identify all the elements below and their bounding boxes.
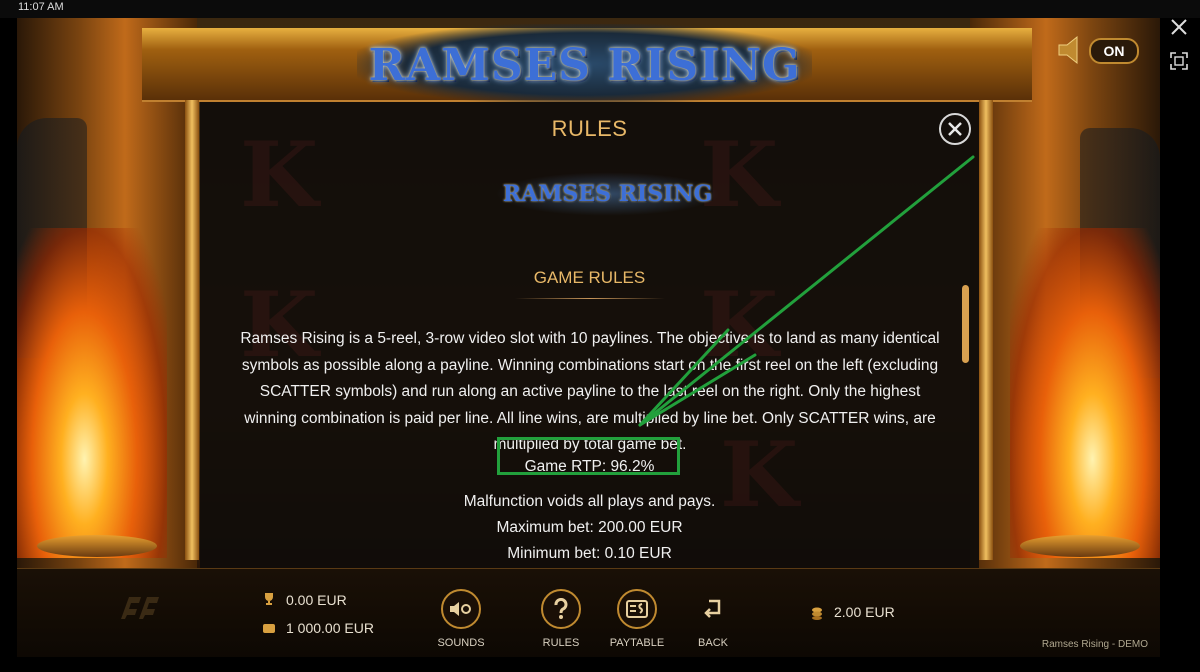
fire-bowl-right (1020, 535, 1140, 557)
back-button[interactable]: BACK (678, 589, 748, 649)
scrollbar-thumb[interactable] (962, 285, 969, 363)
wallet-icon (263, 624, 275, 633)
section-divider (515, 298, 665, 299)
fire-left (17, 228, 167, 558)
min-bet-text: Minimum bet: 0.10 EUR (507, 545, 672, 562)
max-bet-text: Maximum bet: 200.00 EUR (496, 519, 683, 536)
rules-logo: RAMSES RISING (495, 172, 720, 216)
trophy-icon (265, 593, 273, 605)
question-icon (554, 598, 568, 619)
fire-bowl-left (37, 535, 157, 557)
section-title: GAME RULES (533, 268, 646, 287)
game-logo: RAMSES RISING (368, 40, 801, 91)
rules-label: RULES (542, 637, 580, 649)
paytable-icon (626, 600, 648, 618)
back-label: BACK (698, 637, 728, 649)
malfunction-text: Malfunction voids all plays and pays. (463, 493, 716, 510)
rtp-highlight-box (497, 437, 680, 475)
temple-column-right (979, 100, 993, 560)
balance-value: 1 000.00 EUR (286, 620, 374, 636)
paytable-button[interactable]: PAYTABLE (602, 589, 672, 649)
game-bottom-bar: 0.00 EUR 1 000.00 EUR SOUNDS RULES PAYTA… (17, 568, 1160, 658)
screen-bottom-edge (0, 657, 1200, 672)
system-status-bar: 11:07 AM (0, 0, 1200, 18)
bf-games-logo (121, 597, 159, 619)
fullscreen-icon[interactable] (1170, 52, 1188, 70)
last-win-value: 0.00 EUR (286, 592, 347, 608)
paytable-label: PAYTABLE (609, 637, 665, 649)
rules-button[interactable]: RULES (526, 589, 596, 649)
coins-icon (812, 607, 822, 620)
speaker-icon (1058, 35, 1078, 65)
sound-state: ON (1089, 38, 1139, 64)
demo-label: Ramses Rising - DEMO (1041, 639, 1148, 650)
sound-settings-icon (450, 602, 471, 616)
close-icon (948, 122, 962, 136)
sound-toggle[interactable]: ON (1057, 34, 1139, 66)
clock: 11:07 AM (18, 1, 64, 13)
rules-title: RULES (551, 116, 628, 141)
game-background: RAMSES RISING ON K K K K K RULES RAMSES … (17, 18, 1160, 568)
temple-column-left (185, 100, 199, 560)
sounds-button[interactable]: SOUNDS (426, 589, 496, 649)
window-close-icon[interactable] (1168, 16, 1190, 38)
bet-value: 2.00 EUR (834, 604, 895, 620)
rules-panel: K K K K K RULES RAMSES RISING GAME RULES… (200, 102, 979, 568)
sounds-label: SOUNDS (437, 637, 485, 649)
close-rules-button[interactable] (939, 113, 971, 145)
fire-right (1010, 228, 1160, 558)
back-arrow-icon (704, 599, 721, 618)
